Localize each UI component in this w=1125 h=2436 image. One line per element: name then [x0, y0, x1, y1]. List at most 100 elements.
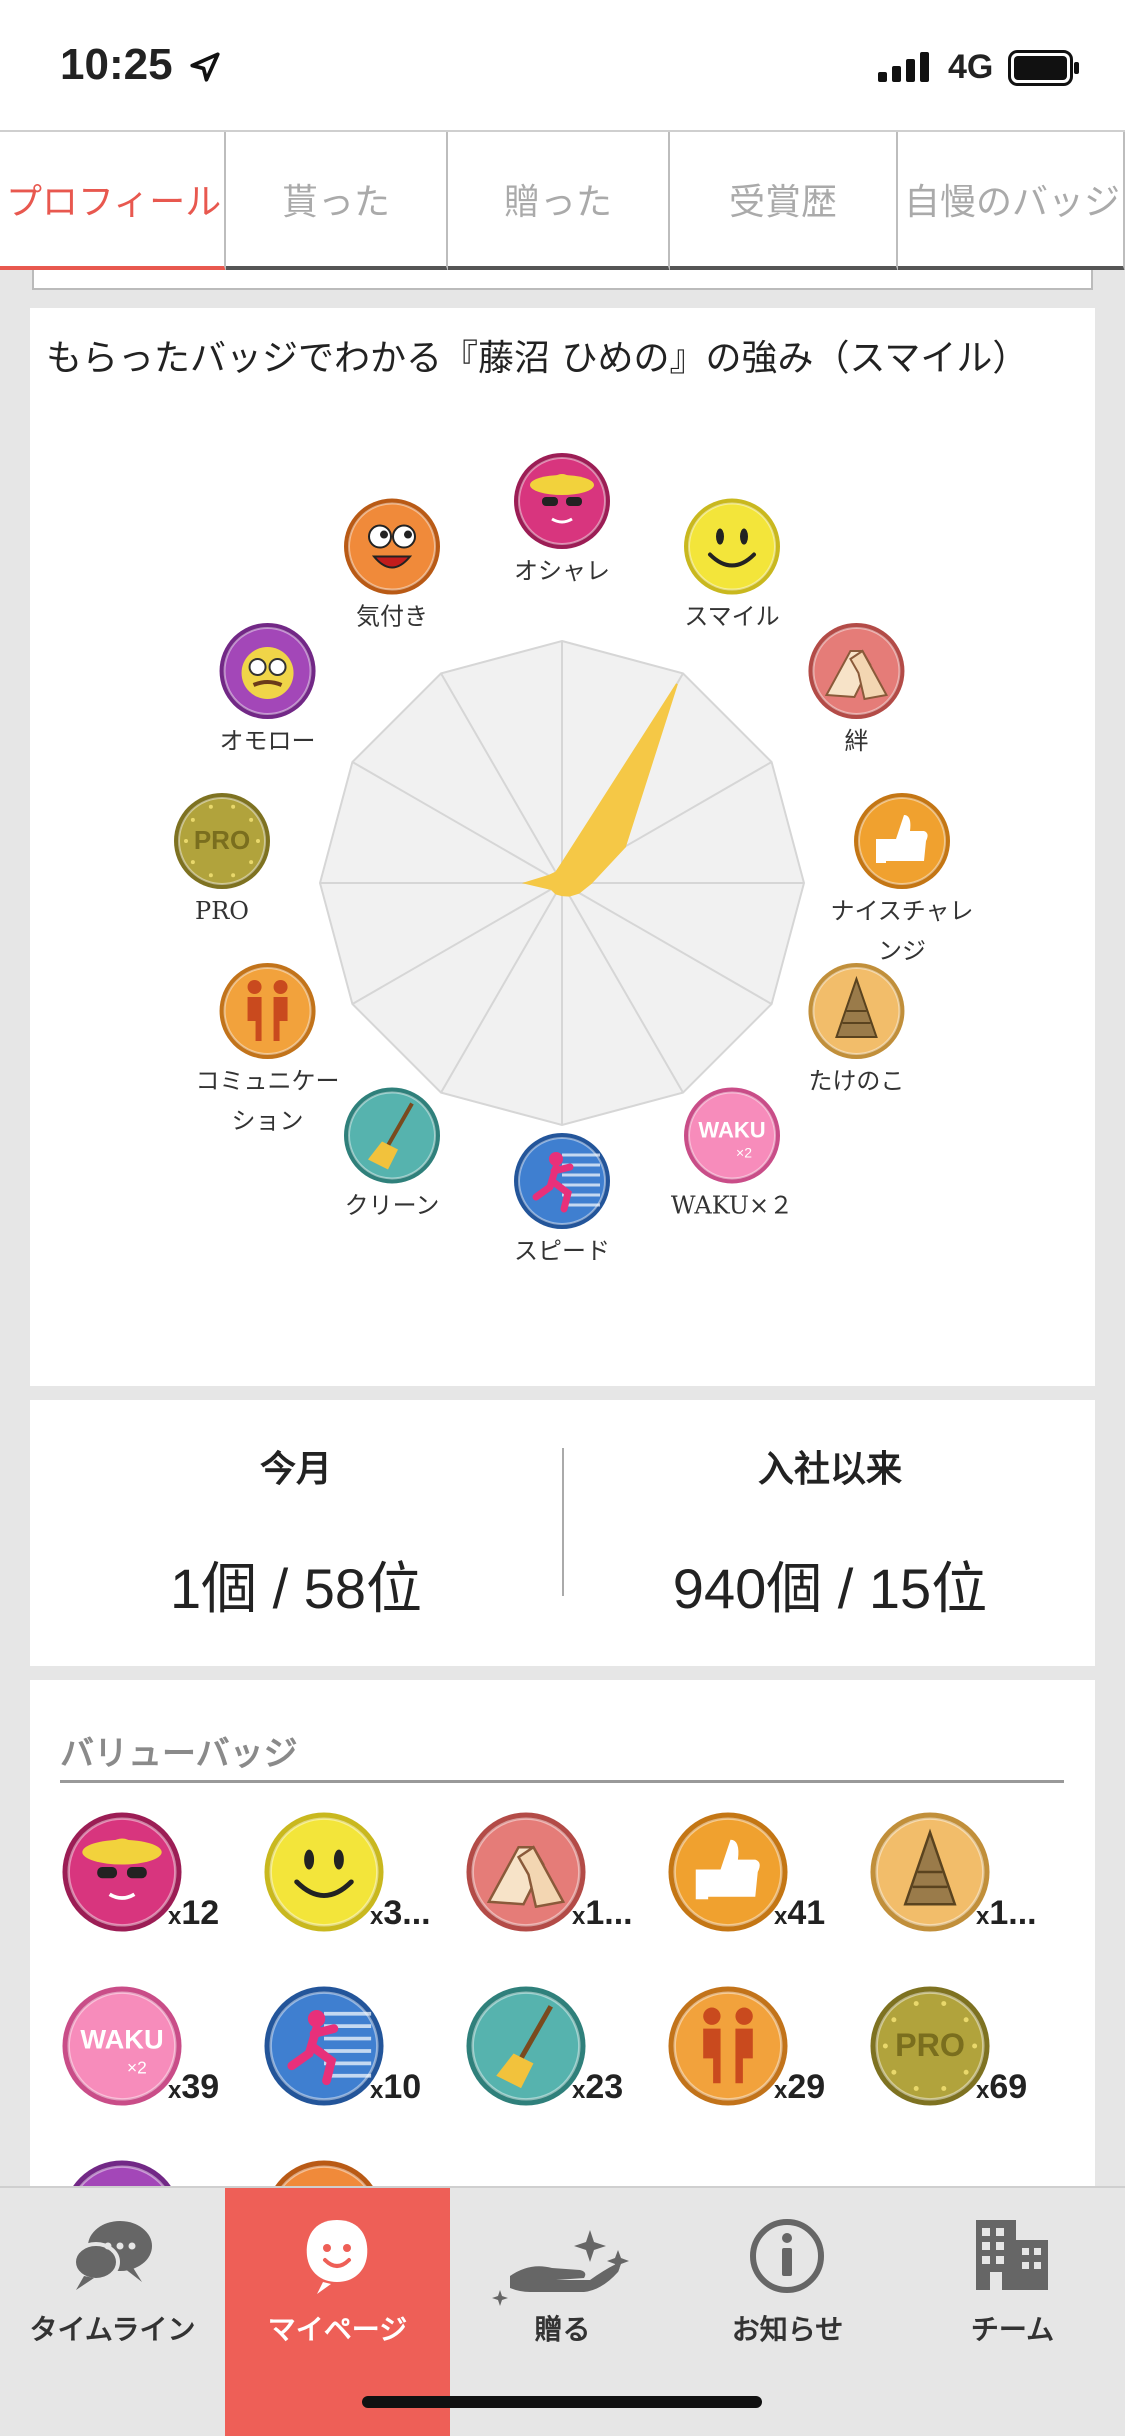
tab-proud-badges[interactable]: 自慢のバッジ — [898, 132, 1125, 270]
value-badges-heading: バリューバッジ — [60, 1734, 298, 1774]
svg-text:×2: ×2 — [127, 2057, 147, 2077]
home-indicator — [362, 2396, 762, 2408]
location-arrow-icon — [190, 52, 220, 82]
tab-profile[interactable]: プロフィール — [0, 132, 226, 270]
value-badge-item[interactable]: x1... — [868, 1810, 1068, 1940]
communication-icon — [668, 1986, 788, 2106]
value-badge-item[interactable]: x12 — [60, 1810, 260, 1940]
radar-badge-label: WAKU×２ — [671, 1191, 793, 1219]
network-type: 4G — [948, 48, 994, 86]
smile-icon — [684, 498, 780, 595]
handshake-icon — [808, 623, 905, 719]
nav-label: お知らせ — [731, 2313, 844, 2346]
nav-label: タイムライン — [29, 2313, 196, 2346]
tab-label: 自慢のバッジ — [904, 182, 1121, 223]
fashion-icon — [514, 453, 610, 549]
strength-radar-card: もらったバッジでわかる『藤沼 ひめの』の強み（スマイル） オシャレ スマイル絆ナイ… — [30, 308, 1095, 1386]
svg-text:PRO: PRO — [895, 2027, 965, 2063]
this-month-value: 1個 / 58位 — [169, 1557, 423, 1620]
bamboo-shoot-icon — [870, 1812, 990, 1932]
battery-icon — [1008, 50, 1079, 86]
tab-awards[interactable]: 受賞歴 — [670, 132, 898, 270]
tab-label: プロフィール — [6, 182, 222, 223]
radar-badge-label: ナイスチャレ — [830, 897, 973, 925]
radar-badge-label: PRO — [195, 897, 249, 925]
tab-label: 受賞歴 — [728, 182, 837, 223]
waku-icon: WAKU ×2 — [684, 1087, 780, 1184]
badge-count: x12 — [168, 1894, 220, 1932]
svg-text:PRO: PRO — [194, 825, 250, 855]
svg-text:WAKU: WAKU — [80, 2023, 163, 2054]
radar-badge-label: ンジ — [878, 937, 926, 965]
value-badge-item[interactable]: x3... — [262, 1810, 462, 1940]
radar-badge-label: クリーン — [345, 1191, 440, 1219]
radar-badge-label: ション — [232, 1107, 304, 1135]
value-badge-item[interactable]: x41 — [666, 1810, 866, 1940]
this-month-stat: 今月 1個 / 58位 — [30, 1440, 562, 1625]
status-time: 10:25 — [60, 40, 173, 89]
profile-tabs: プロフィール 貰った 贈った 受賞歴 自慢のバッジ — [0, 130, 1125, 270]
value-badge-item[interactable]: x1... — [464, 1810, 664, 1940]
radar-badge-label: スマイル — [684, 603, 779, 631]
tab-given[interactable]: 贈った — [448, 132, 670, 270]
thumbs-up-icon — [668, 1812, 788, 1932]
speed-icon — [514, 1133, 610, 1229]
nav-timeline[interactable]: タイムライン — [0, 2188, 225, 2436]
bamboo-shoot-icon — [808, 963, 905, 1059]
collapsed-panel-edge — [32, 270, 1093, 290]
mypage-face-icon — [306, 2220, 368, 2294]
funny-glasses-icon — [219, 623, 316, 719]
badge-count: x23 — [572, 2068, 624, 2106]
badge-count: x41 — [774, 1894, 826, 1932]
since-joined-value: 940個 / 15位 — [672, 1557, 988, 1620]
nav-label: マイページ — [267, 2313, 408, 2346]
tab-label: 贈った — [503, 182, 612, 223]
pro-icon: PRO — [174, 793, 270, 889]
svg-text:WAKU: WAKU — [698, 1117, 765, 1142]
building-icon — [976, 2220, 1048, 2290]
value-badge-item[interactable]: x23 — [464, 1984, 664, 2114]
radar-badge-label: オシャレ — [514, 557, 610, 585]
handshake-icon — [466, 1812, 586, 1932]
status-bar: 10:25 4G — [0, 0, 1125, 130]
since-joined-label: 入社以来 — [757, 1449, 902, 1490]
radar-badge-label: オモロー — [220, 727, 316, 755]
this-month-label: 今月 — [259, 1449, 332, 1490]
waku-icon: WAKU ×2 — [62, 1986, 182, 2106]
broom-icon — [466, 1986, 586, 2106]
badge-count: x1... — [572, 1894, 633, 1932]
thumbs-up-icon — [854, 793, 950, 889]
nav-label: 贈る — [534, 2313, 591, 2346]
broom-icon — [344, 1087, 440, 1184]
since-joined-stat: 入社以来 940個 / 15位 — [564, 1440, 1096, 1625]
value-badges-card: バリューバッジ x12 x3... x1... x41 x1... WAKU ×2 x39 x1… — [30, 1680, 1095, 2200]
tab-received[interactable]: 貰った — [226, 132, 448, 270]
info-icon — [750, 2219, 824, 2293]
surprised-face-icon — [344, 498, 440, 595]
speed-icon — [264, 1986, 384, 2106]
communication-icon — [219, 963, 316, 1059]
pro-icon: PRO — [870, 1986, 990, 2106]
signal-icon — [878, 52, 929, 82]
badge-count: x39 — [168, 2068, 220, 2106]
radar-badge-label: 絆 — [844, 727, 868, 755]
badge-count: x69 — [976, 2068, 1028, 2106]
nav-label: チーム — [970, 2313, 1055, 2346]
radar-chart: オシャレスマイル絆ナイスチャレンジたけのこ WAKU ×2 WAKU×２ スピード クリー… — [174, 453, 974, 1265]
radar-badge-label: スピード — [514, 1237, 610, 1265]
radar-badge-label: たけのこ — [808, 1067, 904, 1095]
radar-badge-label: 気付き — [356, 603, 428, 631]
svg-text:×2: ×2 — [736, 1144, 752, 1160]
badge-count: x3... — [370, 1894, 431, 1932]
give-hand-icon — [492, 2230, 629, 2306]
badge-count: x10 — [370, 2068, 422, 2106]
fashion-icon — [62, 1812, 182, 1932]
heading-divider — [60, 1780, 1064, 1783]
value-badge-item[interactable]: PRO x69 — [868, 1984, 1068, 2114]
value-badge-item[interactable]: WAKU ×2 x39 — [60, 1984, 260, 2114]
tab-label: 貰った — [281, 182, 390, 223]
value-badge-item[interactable]: x10 — [262, 1984, 462, 2114]
radar-badge-label: コミュニケー — [196, 1067, 340, 1095]
nav-team[interactable]: チーム — [900, 2188, 1125, 2436]
value-badge-item[interactable]: x29 — [666, 1984, 866, 2114]
